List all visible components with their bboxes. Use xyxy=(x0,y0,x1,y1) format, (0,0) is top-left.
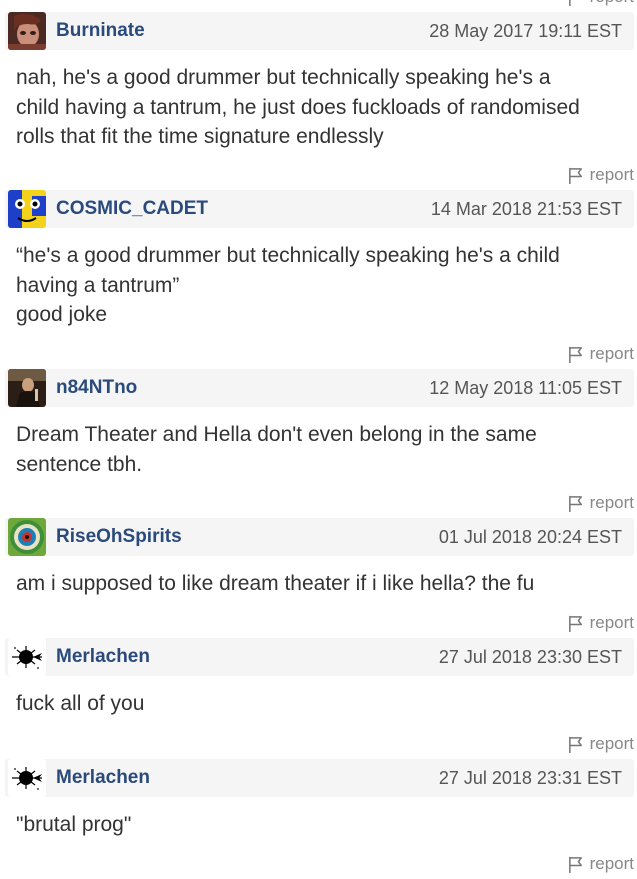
timestamp: 28 May 2017 19:11 EST xyxy=(429,20,622,41)
comment-header: n84NTno 12 May 2018 11:05 EST xyxy=(5,369,634,407)
report-label: report xyxy=(589,344,634,363)
avatar[interactable] xyxy=(8,190,46,228)
comment-body: fuck all of you xyxy=(0,676,637,729)
flag-icon xyxy=(568,495,582,512)
timestamp: 14 Mar 2018 21:53 EST xyxy=(430,198,622,219)
username[interactable]: Merlachen xyxy=(56,646,150,668)
comment-text-line: nah, he's a good drummer but technically… xyxy=(16,66,551,89)
username[interactable]: n84NTno xyxy=(56,377,137,399)
comment-text-line: “he's a good drummer but technically spe… xyxy=(16,244,560,267)
comment: Merlachen 27 Jul 2018 23:31 EST "brutal … xyxy=(0,759,637,879)
report-label: report xyxy=(589,734,634,753)
comment-body: "brutal prog" xyxy=(0,797,637,849)
report-label: report xyxy=(589,613,634,632)
report-link[interactable]: report xyxy=(567,734,634,754)
username[interactable]: COSMIC_CADET xyxy=(56,198,208,220)
timestamp: 27 Jul 2018 23:30 EST xyxy=(438,646,622,667)
timestamp: 27 Jul 2018 23:31 EST xyxy=(438,767,622,788)
report-link[interactable]: report xyxy=(567,854,634,874)
timestamp: 01 Jul 2018 20:24 EST xyxy=(438,526,622,547)
report-link[interactable]: report xyxy=(567,165,634,185)
comment-header: RiseOhSpirits 01 Jul 2018 20:24 EST xyxy=(5,518,634,556)
report-label: report xyxy=(589,493,634,512)
avatar[interactable] xyxy=(8,638,46,676)
comment-text-line: child having a tantrum, he just does fuc… xyxy=(16,95,580,119)
report-row: report xyxy=(0,849,637,879)
timestamp: 12 May 2018 11:05 EST xyxy=(429,377,622,398)
report-link[interactable]: report xyxy=(567,493,634,513)
report-link[interactable]: report xyxy=(567,344,634,364)
username[interactable]: Burninate xyxy=(56,20,145,42)
comment: n84NTno 12 May 2018 11:05 EST Dream Thea… xyxy=(0,369,637,518)
comment-feed: report Burninate 28 May 2017 19:11 EST n… xyxy=(0,0,637,879)
report-row: report xyxy=(0,0,637,12)
comment: Burninate 28 May 2017 19:11 EST nah, he'… xyxy=(0,12,637,190)
username[interactable]: RiseOhSpirits xyxy=(56,526,182,548)
comment-body: Dream Theater and Hella don't even belon… xyxy=(0,407,637,488)
report-row: report xyxy=(0,488,637,518)
avatar[interactable] xyxy=(8,759,46,797)
comment-text-line: am i supposed to like dream theater if i… xyxy=(16,572,535,595)
comment-body: am i supposed to like dream theater if i… xyxy=(0,556,637,608)
comment-text-line: rolls that fit the time signature endles… xyxy=(16,125,384,148)
comment-header: COSMIC_CADET 14 Mar 2018 21:53 EST xyxy=(5,190,634,228)
report-row: report xyxy=(0,729,637,759)
report-link[interactable]: report xyxy=(567,0,634,7)
avatar[interactable] xyxy=(8,12,46,50)
avatar[interactable] xyxy=(8,518,46,556)
comment-header: Merlachen 27 Jul 2018 23:31 EST xyxy=(5,759,634,797)
comment-text-line: "brutal prog" xyxy=(16,813,132,836)
comment: COSMIC_CADET 14 Mar 2018 21:53 EST “he's… xyxy=(0,190,637,369)
avatar[interactable] xyxy=(8,369,46,407)
flag-icon xyxy=(568,0,571,6)
comment-header: Burninate 28 May 2017 19:11 EST xyxy=(5,12,634,50)
report-row: report xyxy=(0,339,637,369)
report-row: report xyxy=(0,160,637,190)
comment: RiseOhSpirits 01 Jul 2018 20:24 EST am i… xyxy=(0,518,637,638)
flag-icon xyxy=(568,346,582,363)
report-label: report xyxy=(589,854,634,873)
flag-icon xyxy=(568,856,582,873)
flag-icon xyxy=(568,167,582,184)
report-label: report xyxy=(589,165,634,184)
comment: Merlachen 27 Jul 2018 23:30 EST fuck all… xyxy=(0,638,637,759)
flag-icon xyxy=(568,615,582,632)
report-label: report xyxy=(590,0,634,7)
comment-text-line: having a tantrum” xyxy=(16,273,180,297)
report-link[interactable]: report xyxy=(567,613,634,633)
username[interactable]: Merlachen xyxy=(56,767,150,789)
comment-body: “he's a good drummer but technically spe… xyxy=(0,228,637,339)
flag-icon xyxy=(568,736,582,753)
comment-text-line: Dream Theater and Hella don't even belon… xyxy=(16,423,537,446)
comment-text-line: fuck all of you xyxy=(16,692,145,715)
comment-text-line: good joke xyxy=(16,303,108,326)
comment-text-line: sentence tbh. xyxy=(16,452,143,476)
comment-body: nah, he's a good drummer but technically… xyxy=(0,50,637,160)
report-row: report xyxy=(0,608,637,638)
comment-header: Merlachen 27 Jul 2018 23:30 EST xyxy=(5,638,634,676)
